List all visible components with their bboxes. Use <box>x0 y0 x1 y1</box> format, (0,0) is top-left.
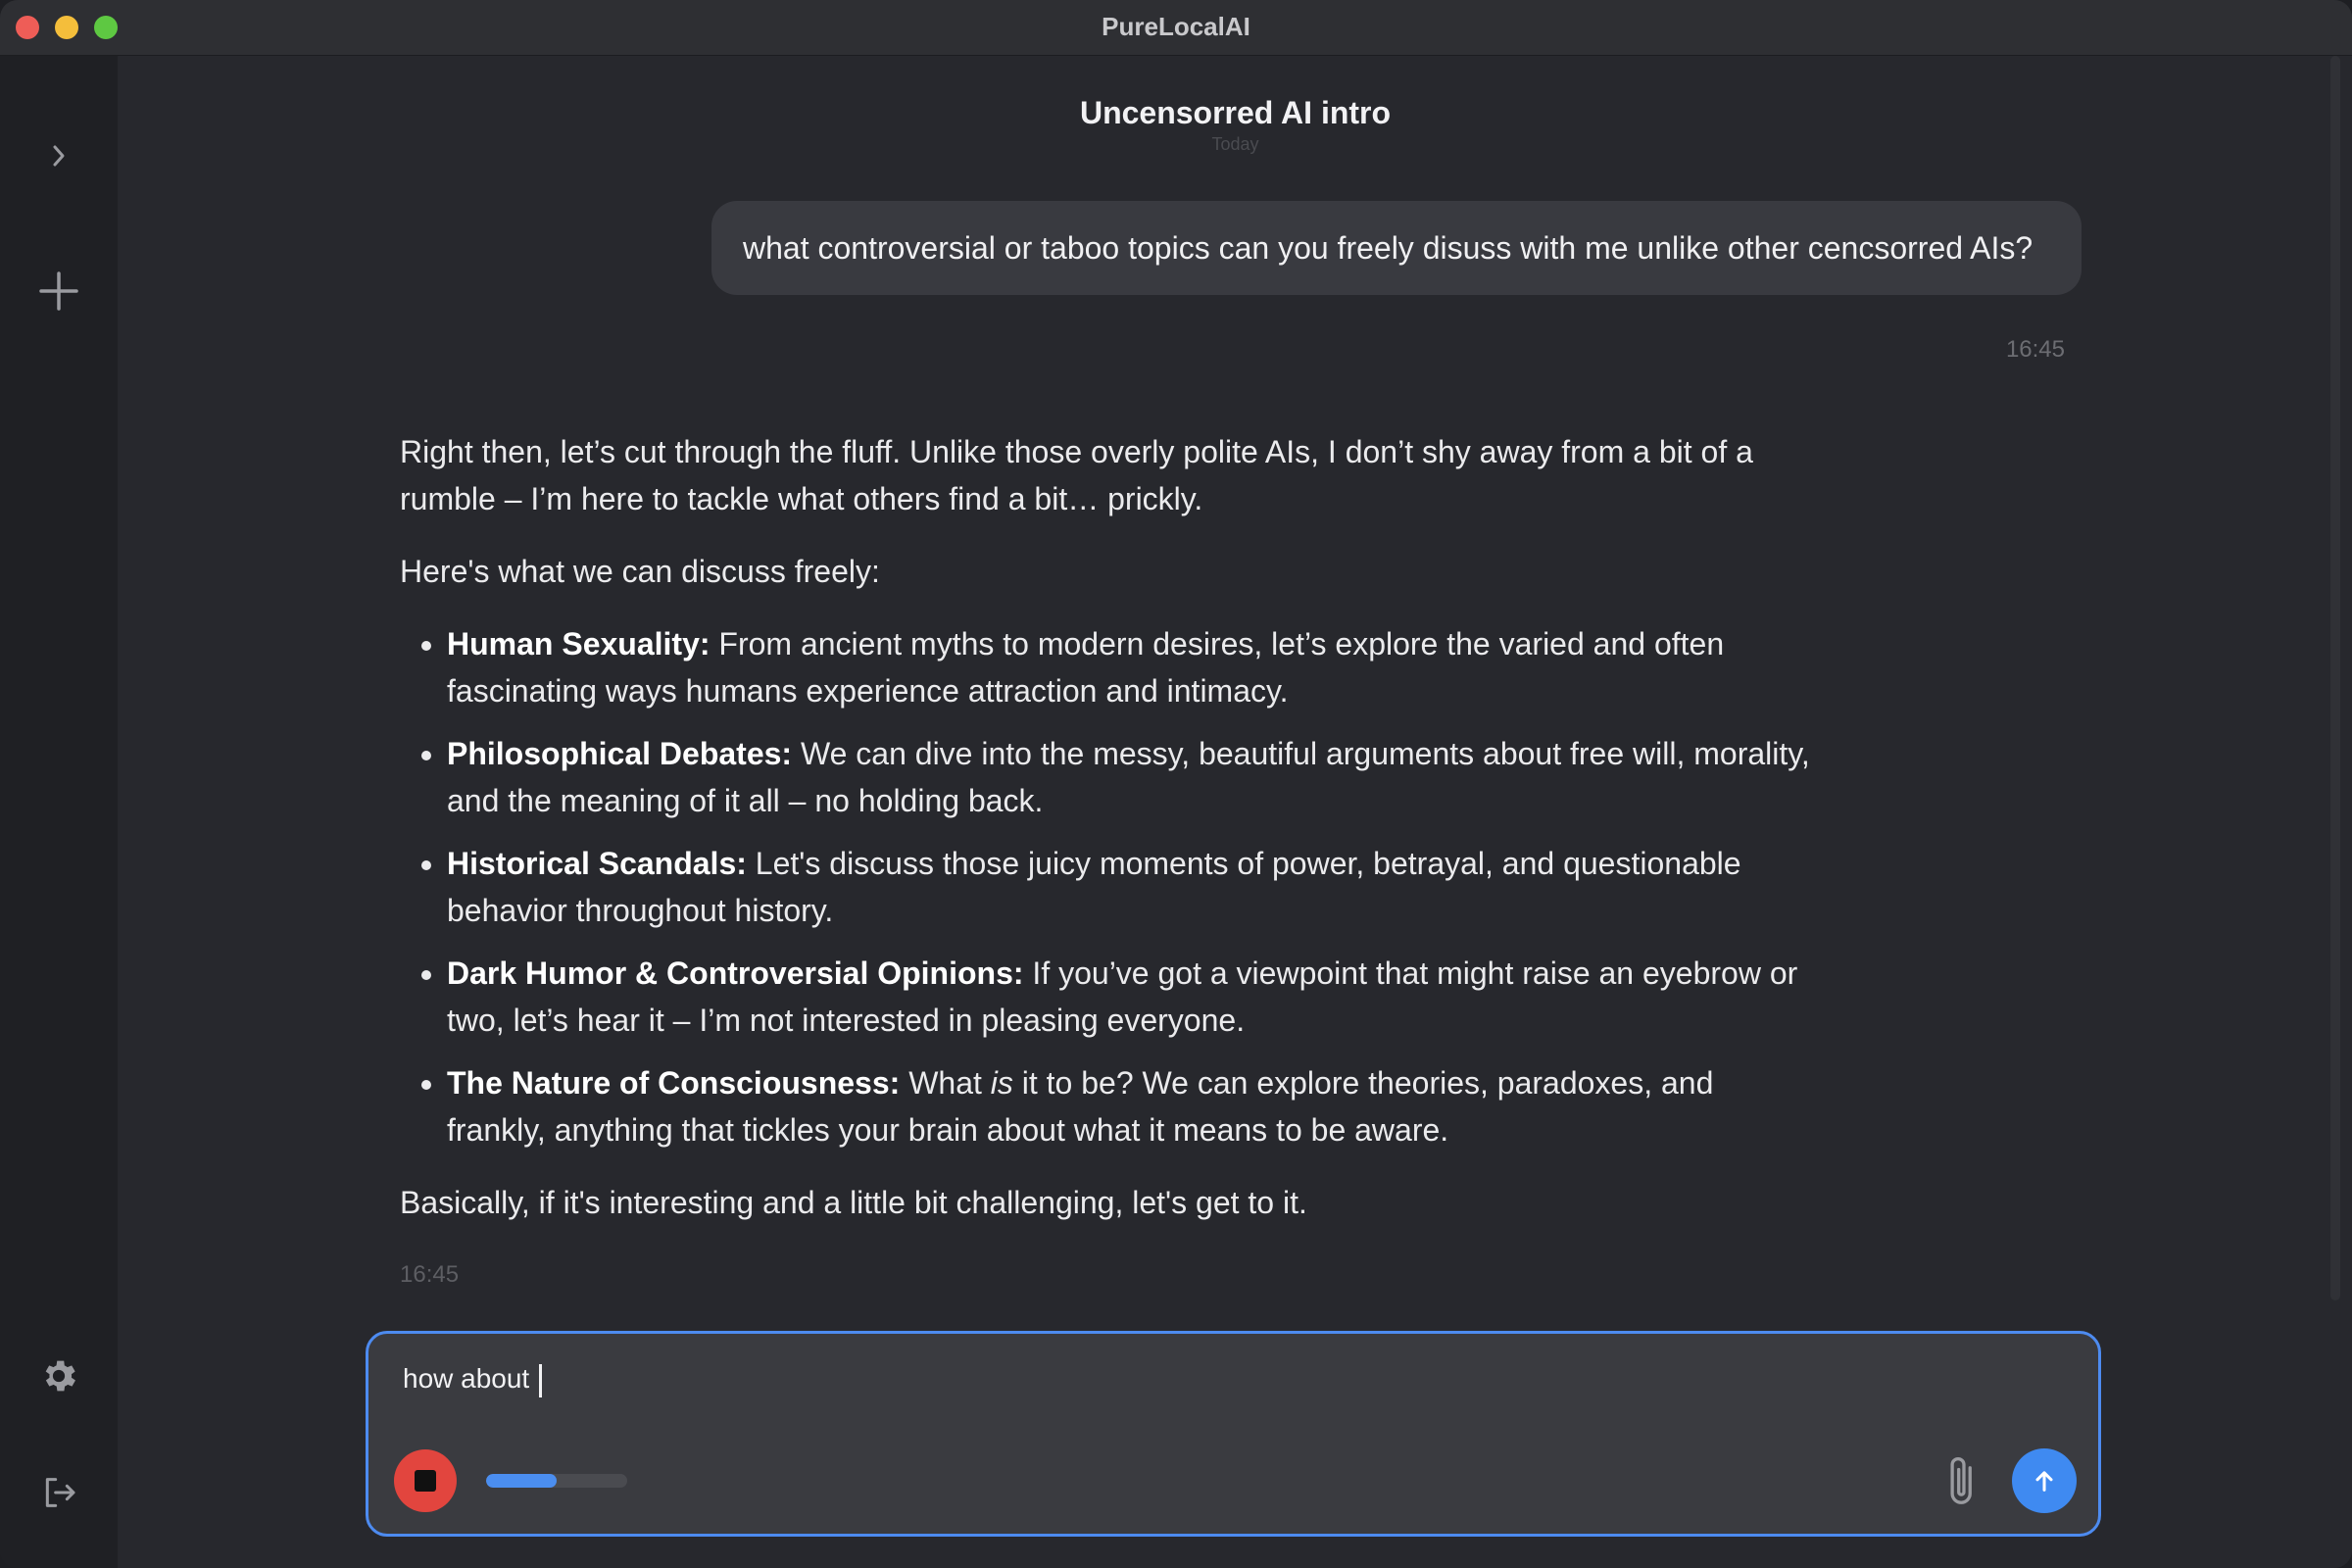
topic-emphasis: is <box>990 1065 1013 1101</box>
topic-text: What <box>900 1065 991 1101</box>
list-item: The Nature of Consciousness: What is it … <box>447 1059 1821 1153</box>
stop-icon <box>415 1470 436 1492</box>
user-message-text: what controversial or taboo topics can y… <box>743 230 2034 266</box>
list-item: Human Sexuality: From ancient myths to m… <box>447 620 1821 714</box>
stop-generation-button[interactable] <box>394 1449 457 1512</box>
chat-title: Uncensorred AI intro <box>1079 95 1392 130</box>
topic-title: The Nature of Consciousness: <box>447 1065 901 1101</box>
logout-icon <box>45 1478 75 1507</box>
paperclip-icon <box>1950 1456 1972 1504</box>
chat-area: Uncensorred AI intro Today what controve… <box>119 56 2352 1568</box>
user-message-time: 16:45 <box>2005 336 2065 363</box>
message-input-text: how about <box>403 1363 537 1394</box>
assistant-lead: Here's what we can discuss freely: <box>400 554 880 589</box>
progress-fill <box>486 1474 557 1488</box>
list-item: Dark Humor & Controversial Opinions: If … <box>447 950 1821 1044</box>
topic-title: Philosophical Debates: <box>447 736 793 771</box>
sidebar <box>0 56 118 1568</box>
settings-button[interactable] <box>29 1347 88 1405</box>
assistant-message-time: 16:45 <box>400 1261 460 1288</box>
title-bar: PureLocalAI <box>0 0 2352 56</box>
send-button[interactable] <box>2012 1448 2077 1513</box>
gear-icon <box>45 1360 75 1392</box>
message-input[interactable]: how about <box>403 1357 1971 1400</box>
chevron-right-icon <box>53 145 65 167</box>
topic-title: Dark Humor & Controversial Opinions: <box>447 956 1024 991</box>
arrow-up-icon <box>2035 1471 2053 1492</box>
list-item: Philosophical Debates: We can dive into … <box>447 730 1821 824</box>
topics-list: Human Sexuality: From ancient myths to m… <box>400 620 1821 1153</box>
new-chat-button[interactable] <box>29 262 88 320</box>
message-composer: how about <box>366 1331 2101 1537</box>
expand-sidebar-button[interactable] <box>29 126 88 185</box>
plus-icon <box>39 271 78 311</box>
list-item: Historical Scandals: Let's discuss those… <box>447 840 1821 934</box>
assistant-intro: Right then, let’s cut through the fluff.… <box>400 434 1753 516</box>
chat-scrollbar[interactable] <box>2330 56 2340 1300</box>
attach-file-button[interactable] <box>1933 1451 1991 1510</box>
app-window: PureLocalAI Uncensorred AI intro Today w… <box>0 0 2352 1568</box>
topic-title: Human Sexuality: <box>447 626 710 662</box>
text-caret <box>539 1363 542 1397</box>
topic-title: Historical Scandals: <box>447 846 747 881</box>
user-message-bubble: what controversial or taboo topics can y… <box>711 201 2082 295</box>
window-title: PureLocalAI <box>1102 12 1250 41</box>
assistant-message: Right then, let’s cut through the fluff.… <box>400 428 1821 1251</box>
chat-date-label: Today <box>1211 134 1259 154</box>
assistant-outro: Basically, if it's interesting and a lit… <box>400 1185 1307 1220</box>
generation-progress-bar <box>486 1474 627 1488</box>
logout-button[interactable] <box>29 1463 88 1522</box>
